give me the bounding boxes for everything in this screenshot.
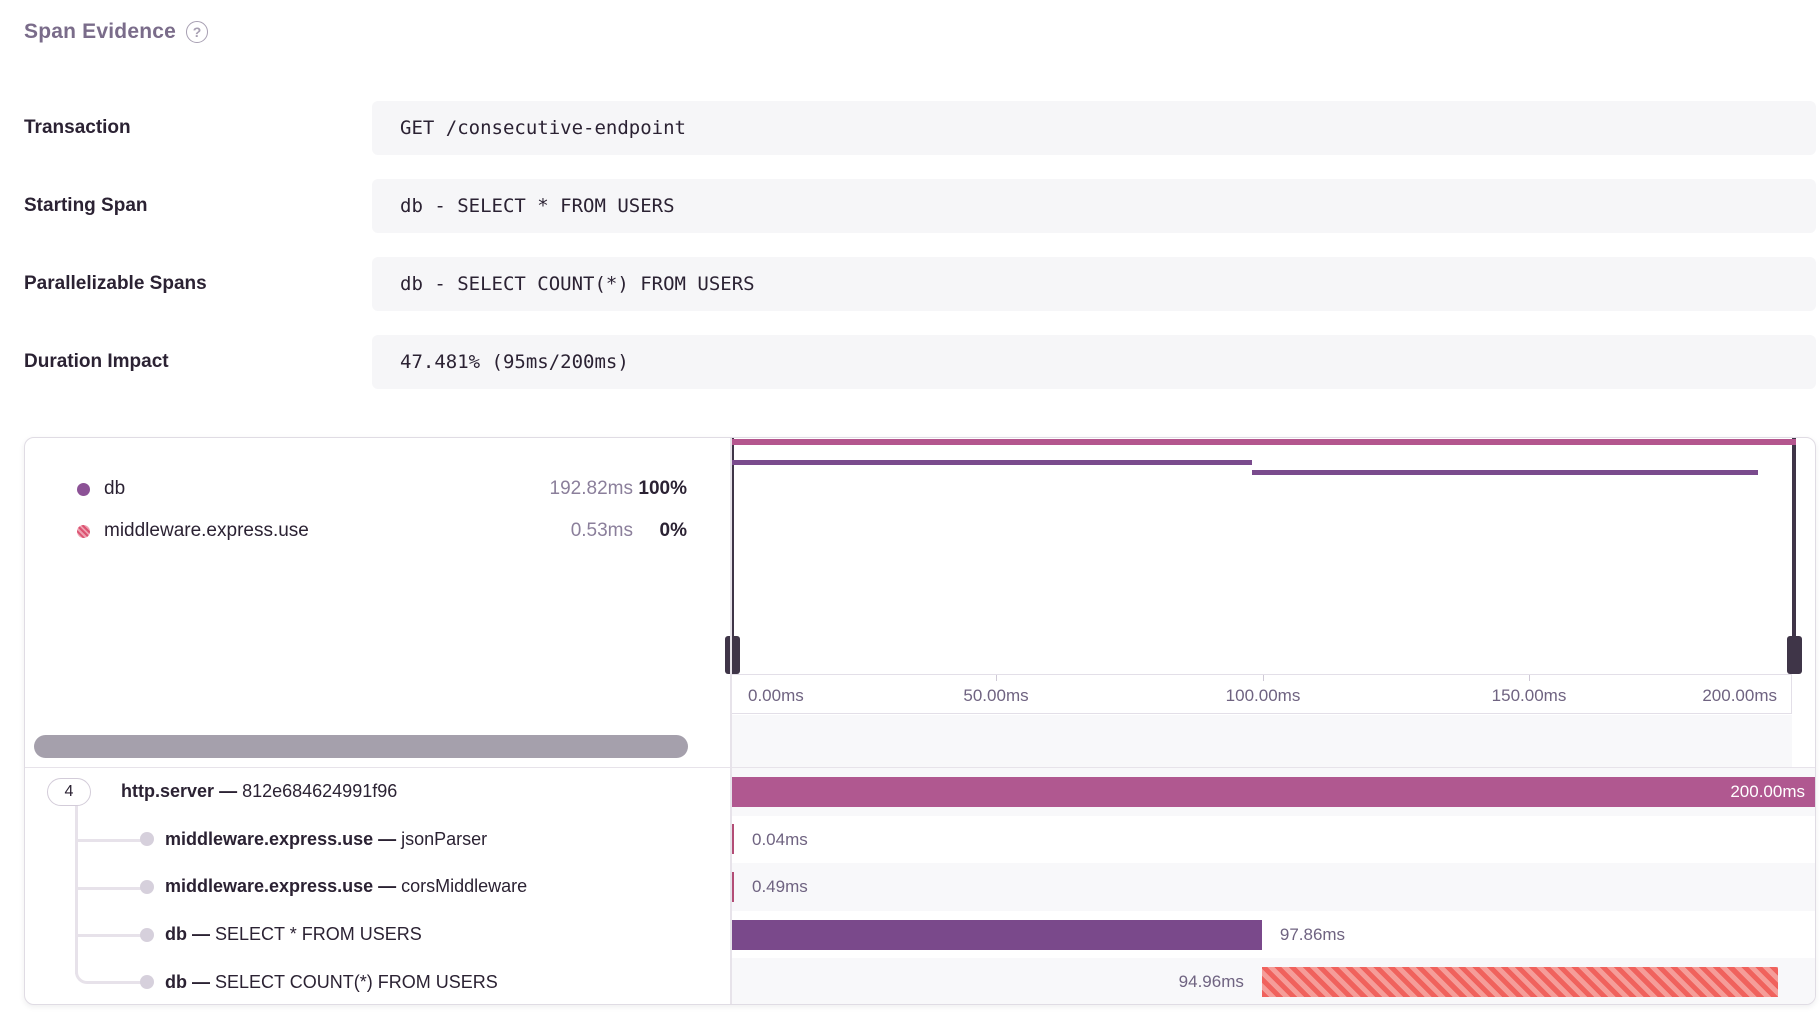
legend-db-dot-icon <box>77 483 90 496</box>
field-value: GET /consecutive-endpoint <box>372 101 1816 155</box>
span-bar-cell: 200.00ms <box>730 768 1816 816</box>
span-op: middleware.express.use <box>165 876 373 896</box>
span-bar-cell: 94.96ms <box>730 958 1816 1005</box>
axis-tick: 0.00ms <box>748 675 804 715</box>
children-count-badge[interactable]: 4 <box>47 778 91 806</box>
field-label: Parallelizable Spans <box>24 257 207 311</box>
separator: — <box>378 829 396 849</box>
minimap-left-handle[interactable] <box>725 636 740 674</box>
minimap[interactable] <box>730 438 1796 674</box>
span-desc: SELECT COUNT(*) FROM USERS <box>215 972 498 992</box>
span-row-db-count[interactable]: db — SELECT COUNT(*) FROM USERS 94.96ms <box>25 958 1816 1005</box>
field-starting-span: Starting Span db - SELECT * FROM USERS <box>0 179 1820 233</box>
panel-divider <box>730 438 732 1004</box>
axis-tick: 150.00ms <box>1492 675 1567 715</box>
scrollbar-row <box>25 715 1816 768</box>
legend-row-db[interactable]: db 192.82ms 100% <box>25 468 730 510</box>
legend-name: db <box>104 478 483 500</box>
span-bar-cell: 0.49ms <box>730 863 1816 911</box>
minimap-span-line <box>1252 470 1758 475</box>
legend-name: middleware.express.use <box>104 520 483 542</box>
field-parallelizable-spans: Parallelizable Spans db - SELECT COUNT(*… <box>0 257 1820 311</box>
field-value: db - SELECT * FROM USERS <box>372 179 1816 233</box>
legend-percent: 100% <box>633 478 687 500</box>
scrollbar-row-chart-bg <box>732 715 1792 767</box>
field-value: 47.481% (95ms/200ms) <box>372 335 1816 389</box>
span-duration-label: 200.00ms <box>1730 777 1805 807</box>
span-duration-label: 97.86ms <box>1280 911 1345 959</box>
span-op: http.server <box>121 781 214 801</box>
axis-tick: 200.00ms <box>1702 675 1777 715</box>
legend-row-middleware[interactable]: middleware.express.use 0.53ms 0% <box>25 510 730 552</box>
legend-percent: 0% <box>633 520 687 542</box>
span-waterfall-card: db 192.82ms 100% middleware.express.use … <box>24 437 1816 1005</box>
span-duration-bar <box>730 777 1816 807</box>
span-duration-label: 94.96ms <box>1179 958 1244 1005</box>
field-label: Duration Impact <box>24 335 169 389</box>
span-duration-label: 0.04ms <box>752 816 808 864</box>
separator: — <box>219 781 237 801</box>
span-desc: SELECT * FROM USERS <box>215 924 422 944</box>
legend-duration: 192.82ms <box>483 478 633 500</box>
axis-tick: 100.00ms <box>1226 675 1301 715</box>
horizontal-scrollbar[interactable] <box>34 735 688 758</box>
separator: — <box>192 924 210 944</box>
legend: db 192.82ms 100% middleware.express.use … <box>25 438 730 674</box>
field-label: Transaction <box>24 101 131 155</box>
span-duration-bar <box>730 920 1262 950</box>
field-label: Starting Span <box>24 179 148 233</box>
span-op: middleware.express.use <box>165 829 373 849</box>
span-duration-label: 0.49ms <box>752 863 808 911</box>
span-row-jsonparser[interactable]: middleware.express.use — jsonParser 0.04… <box>25 816 1816 864</box>
minimap-right-handle[interactable] <box>1787 636 1802 674</box>
legend-duration: 0.53ms <box>483 520 633 542</box>
span-row-db-select[interactable]: db — SELECT * FROM USERS 97.86ms <box>25 911 1816 959</box>
span-duration-bar <box>1262 967 1778 997</box>
axis-tick: 50.00ms <box>963 675 1028 715</box>
page-title: Span Evidence <box>24 20 176 44</box>
minimap-span-line <box>730 460 1252 465</box>
span-desc: 812e684624991f96 <box>242 781 397 801</box>
span-bar-cell: 0.04ms <box>730 816 1816 864</box>
span-rows: 4 http.server — 812e684624991f96 200.00m… <box>25 768 1816 1005</box>
field-transaction: Transaction GET /consecutive-endpoint <box>0 101 1820 155</box>
span-bar-cell: 97.86ms <box>730 911 1816 959</box>
time-axis: 0.00ms 50.00ms 100.00ms 150.00ms 200.00m… <box>730 674 1792 714</box>
separator: — <box>378 876 396 896</box>
field-value: db - SELECT COUNT(*) FROM USERS <box>372 257 1816 311</box>
span-op: db <box>165 972 187 992</box>
span-op: db <box>165 924 187 944</box>
legend-middleware-dot-icon <box>77 525 90 538</box>
section-header: Span Evidence ? <box>24 20 208 44</box>
minimap-span-line <box>730 439 1796 445</box>
separator: — <box>192 972 210 992</box>
span-row-http-server[interactable]: 4 http.server — 812e684624991f96 200.00m… <box>25 768 1816 816</box>
help-icon[interactable]: ? <box>186 21 208 43</box>
field-duration-impact: Duration Impact 47.481% (95ms/200ms) <box>0 335 1820 389</box>
span-desc: corsMiddleware <box>401 876 527 896</box>
span-desc: jsonParser <box>401 829 487 849</box>
span-row-corsmiddleware[interactable]: middleware.express.use — corsMiddleware … <box>25 863 1816 911</box>
